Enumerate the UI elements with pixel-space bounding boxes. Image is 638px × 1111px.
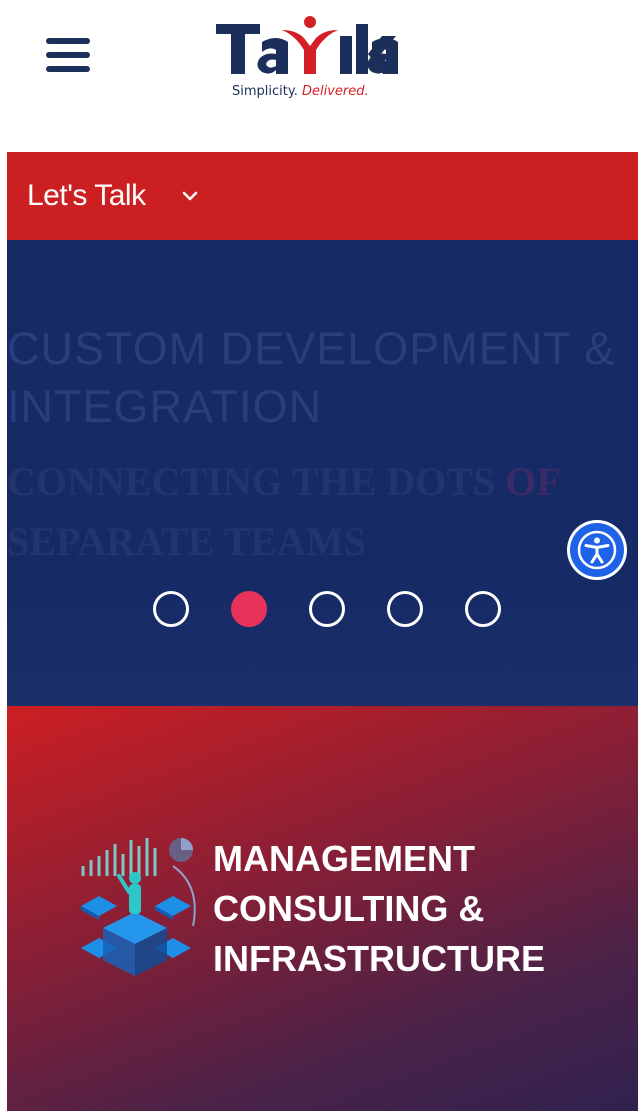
slider-dot-1[interactable] — [153, 591, 189, 627]
hero-title-line2: INTEGRATION — [7, 381, 323, 432]
menu-bar — [46, 38, 90, 44]
accessibility-person-icon — [577, 530, 617, 570]
chevron-down-icon — [182, 191, 197, 201]
slider-dot-4[interactable] — [387, 591, 423, 627]
slider-dot-2[interactable] — [231, 591, 267, 627]
hero-title-line1: CUSTOM DEVELOPMENT & — [7, 323, 616, 374]
hero-subtitle-main: CONNECTING THE DOTS — [7, 459, 496, 504]
site-logo[interactable]: Simplicity. Delivered. — [212, 10, 408, 99]
hero-subtitle: CONNECTING THE DOTS OF SEPARATE TEAMS — [7, 452, 638, 572]
hamburger-menu-icon[interactable] — [46, 36, 92, 76]
logo-tagline: Simplicity. Delivered. — [232, 84, 369, 99]
slider-pagination — [153, 590, 543, 628]
site-header: Simplicity. Delivered. — [0, 0, 638, 152]
accessibility-button[interactable] — [567, 520, 627, 580]
logo-wordmark — [216, 16, 398, 74]
service-card-title: MANAGEMENT CONSULTING & INFRASTRUCTURE — [213, 834, 545, 984]
service-title-line1: MANAGEMENT — [213, 838, 475, 879]
service-card-management[interactable]: MANAGEMENT CONSULTING & INFRASTRUCTURE — [7, 706, 638, 1111]
slider-dot-3[interactable] — [309, 591, 345, 627]
hero-title: CUSTOM DEVELOPMENT & INTEGRATION — [7, 320, 638, 436]
slider-dot-5[interactable] — [465, 591, 501, 627]
isometric-analytics-icon — [81, 838, 196, 976]
lets-talk-label: Let's Talk — [27, 179, 146, 212]
service-title-line3: INFRASTRUCTURE — [213, 938, 545, 979]
tagline-delivered: Delivered. — [301, 84, 369, 99]
menu-bar — [46, 66, 90, 72]
tagline-simplicity: Simplicity. — [232, 84, 298, 99]
hero-subtitle-dim: OF — [505, 459, 561, 504]
menu-bar — [46, 52, 90, 58]
lets-talk-bar: Let's Talk — [7, 152, 638, 240]
service-title-line2: CONSULTING & — [213, 888, 485, 929]
lets-talk-dropdown[interactable]: Let's Talk — [27, 176, 198, 216]
hero-slider: CUSTOM DEVELOPMENT & INTEGRATION CONNECT… — [7, 240, 638, 706]
hero-subtitle-line2: SEPARATE TEAMS — [7, 519, 366, 564]
